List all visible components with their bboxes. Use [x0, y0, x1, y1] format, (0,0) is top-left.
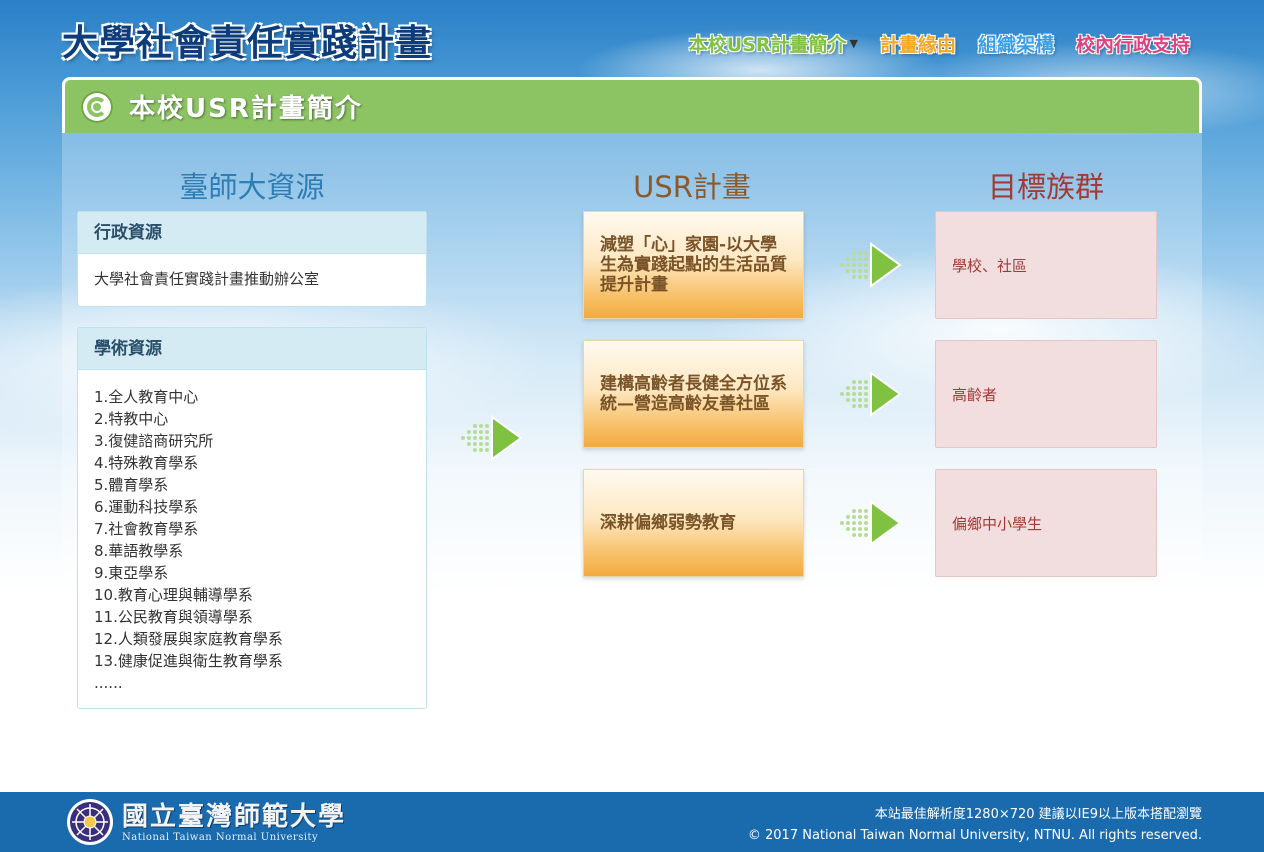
target-group-card: 高齡者 [935, 340, 1157, 448]
nav-item-usr-intro[interactable]: 本校USR計畫簡介 ▼ [689, 30, 858, 57]
column-heading-usr-plans: USR計畫 [633, 170, 751, 204]
admin-resources-card: 行政資源 大學社會責任實踐計畫推動辦公室 [77, 211, 427, 307]
page-title-bar: 本校USR計畫簡介 [62, 77, 1202, 133]
chevron-down-icon: ▼ [849, 37, 858, 50]
footer: 國立臺灣師範大學 National Taiwan Normal Universi… [0, 792, 1264, 852]
university-name-zh: 國立臺灣師範大學 [122, 801, 347, 832]
list-item: 10.教育心理與輔導學系 [94, 586, 253, 604]
list-item: 4.特殊教育學系 [94, 454, 199, 472]
list-item: 7.社會教育學系 [94, 520, 199, 538]
list-item: 3.復健諮商研究所 [94, 432, 214, 450]
list-item: 8.華語教學系 [94, 542, 184, 560]
column-heading-target-groups: 目標族群 [987, 170, 1104, 204]
list-item: 9.東亞學系 [94, 564, 169, 582]
arrow-right-icon [840, 371, 902, 417]
arrow-right-icon [461, 415, 523, 461]
target-icon [81, 90, 113, 123]
target-group-card: 偏鄉中小學生 [935, 469, 1157, 577]
nav-item-label: 本校USR計畫簡介 [688, 34, 847, 56]
list-item: 2.特教中心 [94, 410, 169, 428]
university-seal-icon [67, 799, 113, 845]
academic-resources-title: 學術資源 [78, 328, 426, 370]
main-nav: 本校USR計畫簡介 ▼ 計畫緣由 組織架構 校內行政支持 [689, 30, 1190, 57]
arrow-right-icon [840, 242, 902, 288]
list-item: 5.體育學系 [94, 476, 169, 494]
list-item: 13.健康促進與衛生教育學系 [94, 652, 283, 670]
target-group-card: 學校、社區 [935, 211, 1157, 319]
list-item: 12.人類發展與家庭教育學系 [94, 630, 283, 648]
list-item: 6.運動科技學系 [94, 498, 199, 516]
usr-plan-card[interactable]: 減塑「心」家園-以大學生為實踐起點的生活品質提升計畫 [583, 211, 804, 319]
admin-resources-text: 大學社會責任實踐計畫推動辦公室 [94, 270, 320, 288]
academic-resources-list: 1.全人教育中心 2.特教中心 3.復健諮商研究所 4.特殊教育學系 5.體育學… [94, 386, 410, 694]
page-title: 本校USR計畫簡介 [129, 94, 363, 124]
footer-text: 本站最佳解析度1280×720 建議以IE9以上版本搭配瀏覽 © 2017 Na… [748, 804, 1202, 846]
nav-item-organization[interactable]: 組織架構 [978, 30, 1054, 57]
usr-plan-card[interactable]: 建構高齡者長健全方位系統—營造高齡友善社區 [583, 340, 804, 448]
list-item: 11.公民教育與領導學系 [94, 608, 253, 626]
admin-resources-title: 行政資源 [78, 212, 426, 254]
nav-item-admin-support[interactable]: 校內行政支持 [1076, 30, 1190, 57]
resolution-note: 本站最佳解析度1280×720 建議以IE9以上版本搭配瀏覽 [874, 807, 1202, 822]
list-item: ...... [94, 674, 123, 692]
university-name-en: National Taiwan Normal University [122, 831, 319, 843]
list-item: 1.全人教育中心 [94, 388, 199, 406]
footer-university-logo[interactable]: 國立臺灣師範大學 National Taiwan Normal Universi… [66, 798, 346, 846]
site-logo-title[interactable]: 大學社會責任實踐計畫 [62, 14, 432, 66]
copyright: © 2017 National Taiwan Normal University… [747, 828, 1202, 843]
academic-resources-card: 學術資源 1.全人教育中心 2.特教中心 3.復健諮商研究所 4.特殊教育學系 … [77, 327, 427, 709]
usr-plan-card[interactable]: 深耕偏鄉弱勢教育 [583, 469, 804, 577]
arrow-right-icon [840, 500, 902, 546]
nav-item-plan-origin[interactable]: 計畫緣由 [880, 30, 956, 57]
column-heading-ntnu-resources: 臺師大資源 [179, 170, 325, 204]
